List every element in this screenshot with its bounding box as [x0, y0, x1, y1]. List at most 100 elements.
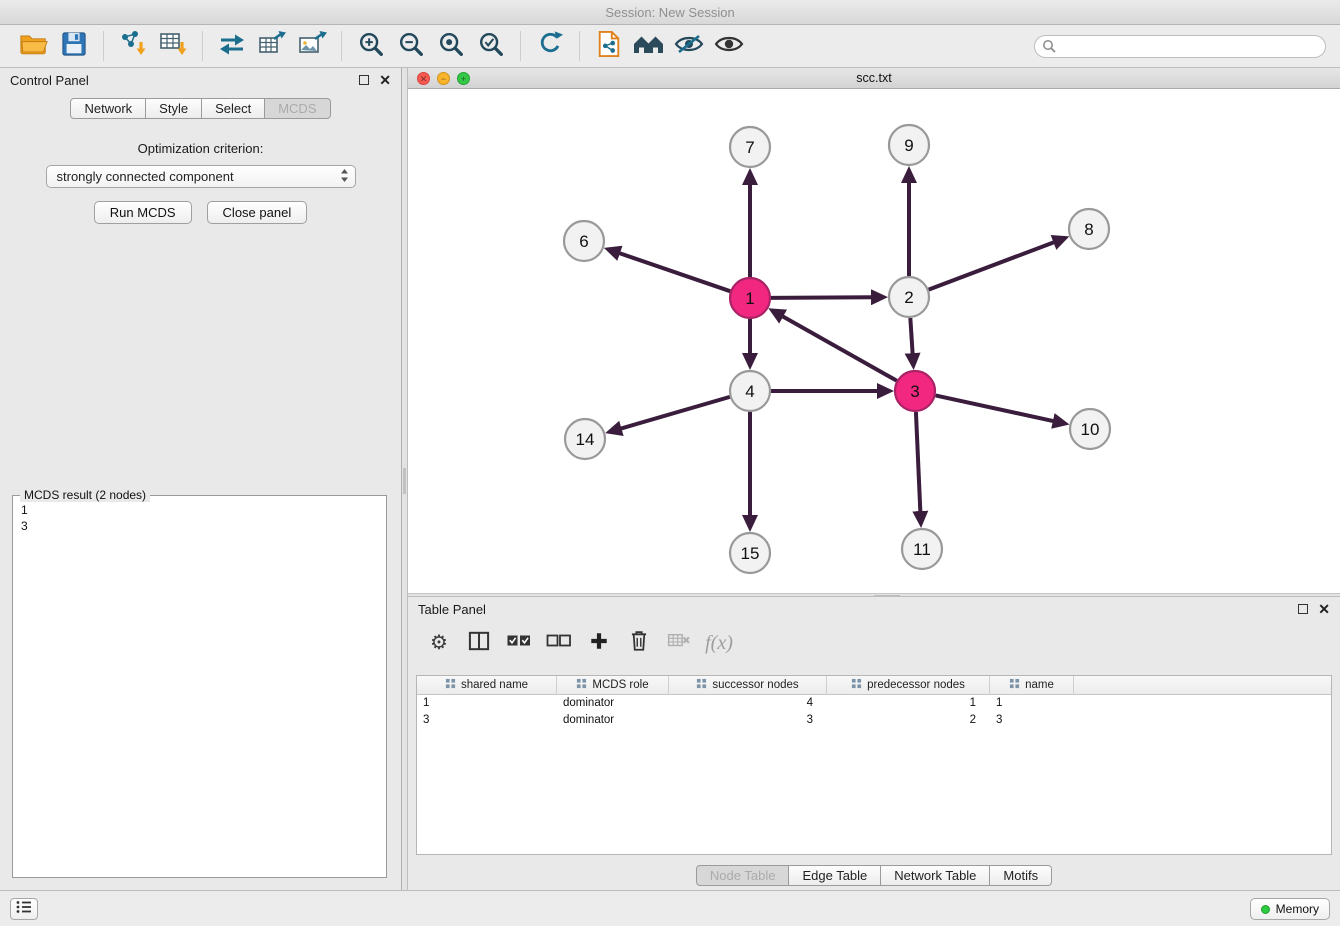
- cell-predecessor-nodes[interactable]: 1: [827, 695, 990, 712]
- home-layout-button[interactable]: [629, 28, 669, 64]
- column-header-mcds-role[interactable]: MCDS role: [557, 676, 669, 695]
- network-canvas[interactable]: 7 9 6 8 1 2 4 3 14 10 15 11: [408, 89, 1340, 593]
- graph-edge-4-14[interactable]: [621, 397, 730, 429]
- close-panel-icon[interactable]: ✕: [1318, 604, 1330, 614]
- table-row[interactable]: 3 dominator 3 2 3: [417, 712, 1331, 729]
- status-bar: Memory: [0, 890, 1340, 926]
- column-header-successor-nodes[interactable]: successor nodes: [669, 676, 827, 695]
- maximize-window-icon[interactable]: +: [457, 72, 470, 85]
- save-session-button[interactable]: [54, 28, 94, 64]
- graph-node-7[interactable]: 7: [730, 127, 770, 167]
- export-network-button[interactable]: [212, 28, 252, 64]
- graph-node-2[interactable]: 2: [889, 277, 929, 317]
- select-all-columns-button[interactable]: [506, 630, 532, 656]
- table-settings-button[interactable]: ⚙: [426, 630, 452, 656]
- close-panel-icon[interactable]: ✕: [379, 75, 391, 85]
- birds-eye-view-button[interactable]: [709, 28, 749, 64]
- delete-table-button[interactable]: [666, 630, 692, 656]
- cell-mcds-role[interactable]: dominator: [557, 712, 669, 729]
- open-session-button[interactable]: [14, 28, 54, 64]
- column-header-predecessor-nodes[interactable]: predecessor nodes: [827, 676, 990, 695]
- zoom-out-button[interactable]: [391, 28, 431, 64]
- cell-successor-nodes[interactable]: 4: [669, 695, 827, 712]
- cell-successor-nodes[interactable]: 3: [669, 712, 827, 729]
- graph-edge-3-11[interactable]: [916, 412, 920, 512]
- import-network-button[interactable]: [113, 28, 153, 64]
- column-header-shared-name[interactable]: shared name: [417, 676, 557, 695]
- function-builder-button[interactable]: f(x): [706, 630, 732, 656]
- column-header-name[interactable]: name: [990, 676, 1074, 695]
- tab-network-table[interactable]: Network Table: [880, 865, 990, 886]
- create-column-button[interactable]: [586, 630, 612, 656]
- graph-node-15[interactable]: 15: [730, 533, 770, 573]
- cell-name[interactable]: 3: [990, 712, 1074, 729]
- graph-edge-1-2[interactable]: [771, 297, 872, 298]
- task-history-button[interactable]: [10, 898, 38, 920]
- minimize-window-icon[interactable]: −: [437, 72, 450, 85]
- network-graph[interactable]: 7 9 6 8 1 2 4 3 14 10 15 11: [408, 89, 1340, 593]
- tab-style[interactable]: Style: [145, 98, 202, 119]
- graph-node-10[interactable]: 10: [1070, 409, 1110, 449]
- import-table-button[interactable]: [153, 28, 193, 64]
- zoom-selected-button[interactable]: [471, 28, 511, 64]
- svg-text:2: 2: [904, 288, 913, 307]
- zoom-in-button[interactable]: [351, 28, 391, 64]
- show-columns-button[interactable]: [466, 630, 492, 656]
- search-input[interactable]: [1034, 35, 1326, 58]
- delete-column-button[interactable]: [626, 630, 652, 656]
- graph-node-3[interactable]: 3: [895, 371, 935, 411]
- tab-motifs[interactable]: Motifs: [989, 865, 1052, 886]
- result-item[interactable]: 1: [21, 502, 378, 518]
- table-panel-tabs: Node Table Edge Table Network Table Moti…: [408, 865, 1340, 886]
- graph-edge-2-8[interactable]: [929, 242, 1055, 290]
- result-item[interactable]: 3: [21, 518, 378, 534]
- cell-mcds-role[interactable]: dominator: [557, 695, 669, 712]
- tab-node-table[interactable]: Node Table: [696, 865, 790, 886]
- export-image-button[interactable]: [292, 28, 332, 64]
- splitter-grip: [403, 468, 406, 494]
- close-panel-button[interactable]: Close panel: [207, 201, 308, 224]
- svg-text:10: 10: [1081, 420, 1100, 439]
- zoom-fit-button[interactable]: [431, 28, 471, 64]
- graphics-details-button[interactable]: [669, 28, 709, 64]
- graph-node-9[interactable]: 9: [889, 125, 929, 165]
- graph-node-8[interactable]: 8: [1069, 209, 1109, 249]
- save-floppy-icon: [61, 31, 87, 62]
- unselect-all-columns-button[interactable]: [546, 630, 572, 656]
- run-mcds-button[interactable]: Run MCDS: [94, 201, 192, 224]
- graph-edge-3-10[interactable]: [936, 395, 1054, 421]
- network-document-icon: [596, 29, 622, 64]
- table-row[interactable]: 1 dominator 4 1 1: [417, 695, 1331, 712]
- export-table-button[interactable]: [252, 28, 292, 64]
- svg-text:14: 14: [576, 430, 595, 449]
- graph-node-11[interactable]: 11: [902, 529, 942, 569]
- graph-edge-1-6[interactable]: [619, 253, 730, 291]
- tab-select[interactable]: Select: [201, 98, 265, 119]
- cell-shared-name[interactable]: 3: [417, 712, 557, 729]
- float-panel-icon[interactable]: [1298, 604, 1308, 614]
- cell-shared-name[interactable]: 1: [417, 695, 557, 712]
- cell-name[interactable]: 1: [990, 695, 1074, 712]
- tab-mcds[interactable]: MCDS: [264, 98, 330, 119]
- zoom-selected-icon: [477, 30, 505, 63]
- toolbar-search: [1034, 35, 1326, 58]
- zoom-fit-icon: [437, 30, 465, 63]
- memory-button[interactable]: Memory: [1250, 898, 1330, 920]
- tab-edge-table[interactable]: Edge Table: [788, 865, 881, 886]
- network-document-button[interactable]: [589, 28, 629, 64]
- graph-node-6[interactable]: 6: [564, 221, 604, 261]
- graph-node-1[interactable]: 1: [730, 278, 770, 318]
- graph-edge-3-1[interactable]: [782, 316, 896, 381]
- toolbar-separator: [341, 31, 342, 61]
- export-image-icon: [297, 30, 327, 63]
- tab-network[interactable]: Network: [70, 98, 146, 119]
- float-panel-icon[interactable]: [359, 75, 369, 85]
- graph-edge-2-3[interactable]: [910, 318, 912, 354]
- optimization-criterion-select[interactable]: strongly connected component: [46, 165, 356, 188]
- refresh-layout-button[interactable]: [530, 28, 570, 64]
- columns-icon: [468, 631, 490, 656]
- graph-node-14[interactable]: 14: [565, 419, 605, 459]
- close-window-icon[interactable]: ✕: [417, 72, 430, 85]
- graph-node-4[interactable]: 4: [730, 371, 770, 411]
- cell-predecessor-nodes[interactable]: 2: [827, 712, 990, 729]
